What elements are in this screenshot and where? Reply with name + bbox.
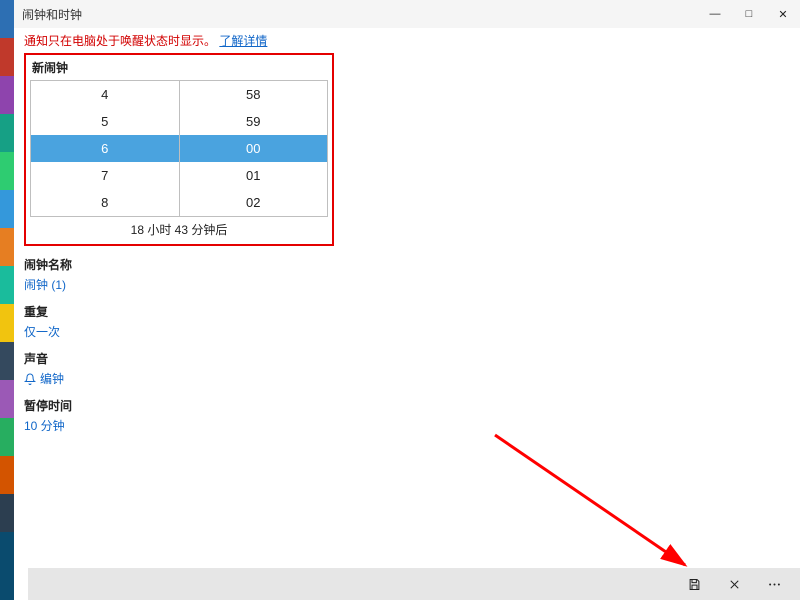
minute-option[interactable]: 58 (180, 81, 328, 108)
minute-option-selected[interactable]: 00 (180, 135, 328, 162)
snooze-value[interactable]: 10 分钟 (24, 417, 790, 434)
minute-option[interactable]: 01 (180, 162, 328, 189)
minute-option[interactable]: 02 (180, 189, 328, 216)
alarm-name-label: 闹钟名称 (24, 256, 790, 273)
new-alarm-title: 新闹钟 (26, 55, 332, 80)
close-button[interactable]: ✕ (766, 0, 800, 28)
save-button[interactable] (674, 568, 714, 600)
content-area: 通知只在电脑处于唤醒状态时显示。 了解详情 新闹钟 458 559 600 70… (14, 28, 800, 600)
hour-option[interactable]: 8 (31, 189, 180, 216)
notice-text: 通知只在电脑处于唤醒状态时显示。 (24, 34, 216, 48)
time-picker[interactable]: 458 559 600 701 802 (30, 80, 328, 217)
repeat-field: 重复 仅一次 (24, 303, 790, 340)
minimize-button[interactable]: — (698, 0, 732, 28)
notice-link[interactable]: 了解详情 (219, 34, 267, 48)
app-window: 闹钟和时钟 — □ ✕ 通知只在电脑处于唤醒状态时显示。 了解详情 新闹钟 45… (14, 0, 800, 600)
notice-bar: 通知只在电脑处于唤醒状态时显示。 了解详情 (24, 32, 790, 49)
window-title: 闹钟和时钟 (22, 6, 82, 23)
bell-icon (24, 372, 36, 386)
hour-option[interactable]: 7 (31, 162, 180, 189)
hour-option[interactable]: 5 (31, 108, 180, 135)
time-picker-box: 新闹钟 458 559 600 701 802 18 小时 43 分钟后 (24, 53, 334, 246)
repeat-value[interactable]: 仅一次 (24, 323, 790, 340)
sound-value[interactable]: 编钟 (24, 370, 790, 387)
cancel-button[interactable] (714, 568, 754, 600)
minute-option[interactable]: 59 (180, 108, 328, 135)
time-remaining-text: 18 小时 43 分钟后 (26, 217, 332, 244)
hour-option[interactable]: 4 (31, 81, 180, 108)
sound-field: 声音 编钟 (24, 350, 790, 387)
sound-value-text: 编钟 (40, 370, 64, 387)
alarm-name-value[interactable]: 闹钟 (1) (24, 276, 790, 293)
repeat-label: 重复 (24, 303, 790, 320)
hour-option-selected[interactable]: 6 (31, 135, 180, 162)
window-controls: — □ ✕ (698, 0, 800, 28)
desktop-sliver (0, 0, 14, 600)
maximize-button[interactable]: □ (732, 0, 766, 28)
sound-label: 声音 (24, 350, 790, 367)
alarm-name-field: 闹钟名称 闹钟 (1) (24, 256, 790, 293)
bottom-toolbar (28, 568, 800, 600)
title-bar: 闹钟和时钟 — □ ✕ (14, 0, 800, 28)
snooze-label: 暂停时间 (24, 397, 790, 414)
snooze-field: 暂停时间 10 分钟 (24, 397, 790, 434)
more-button[interactable] (754, 568, 794, 600)
